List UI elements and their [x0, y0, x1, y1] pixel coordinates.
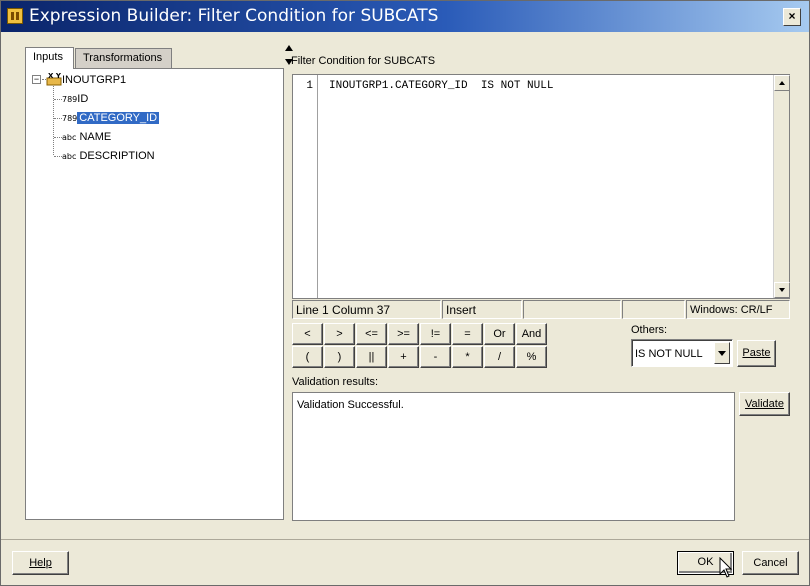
status-cell-4 — [622, 300, 685, 319]
collapse-toggle[interactable]: − — [32, 75, 41, 84]
validation-label: Validation results: — [292, 376, 379, 388]
scroll-down-icon[interactable] — [774, 282, 790, 298]
expression-text[interactable]: INOUTGRP1.CATEGORY_ID IS NOT NULL — [329, 80, 553, 92]
op-not-equal-button[interactable]: != — [420, 323, 451, 345]
scroll-up-icon[interactable] — [774, 75, 790, 91]
tree-item-description[interactable]: abc DESCRIPTION — [62, 148, 155, 164]
status-line-ending: Windows: CR/LF — [686, 300, 790, 319]
numeric-type-icon: 789 — [62, 95, 78, 104]
tree-item-id[interactable]: 789ID — [62, 91, 88, 107]
cancel-button[interactable]: Cancel — [742, 551, 799, 575]
footer-divider — [1, 539, 809, 540]
validate-button-label: Validate — [745, 398, 784, 410]
title-bar: Expression Builder: Filter Condition for… — [1, 1, 809, 32]
paste-button-label: Paste — [742, 347, 771, 359]
others-label: Others: — [631, 324, 668, 336]
editor-label: Filter Condition for SUBCATS — [291, 55, 436, 67]
op-minus-button[interactable]: - — [420, 346, 451, 368]
op-plus-button[interactable]: + — [388, 346, 419, 368]
expression-builder-dialog: Expression Builder: Filter Condition for… — [0, 0, 810, 586]
op-greater-equal-button[interactable]: >= — [388, 323, 419, 345]
tree-item-label: NAME — [79, 131, 112, 143]
numeric-type-icon: 789 — [62, 114, 78, 123]
editor-scrollbar[interactable] — [773, 75, 790, 298]
others-selected-value: IS NOT NULL — [635, 348, 703, 360]
op-less-equal-button[interactable]: <= — [356, 323, 387, 345]
svg-text:X Y: X Y — [48, 72, 62, 80]
status-cursor-position: Line 1 Column 37 — [292, 300, 441, 319]
op-multiply-button[interactable]: * — [452, 346, 483, 368]
validation-message: Validation Successful. — [297, 399, 404, 411]
splitter-collapse-icon[interactable] — [285, 45, 293, 51]
op-equal-button[interactable]: = — [452, 323, 483, 345]
window-title: Expression Builder: Filter Condition for… — [29, 6, 439, 26]
help-button-label: Help — [29, 557, 52, 569]
tab-inputs[interactable]: Inputs — [25, 47, 74, 69]
editor-status-bar: Line 1 Column 37 Insert Windows: CR/LF — [292, 300, 790, 319]
input-group-icon: X Y — [46, 72, 62, 86]
tree-connector — [53, 86, 54, 155]
mouse-cursor-icon — [719, 557, 733, 578]
tab-transformations[interactable]: Transformations — [75, 48, 172, 69]
tree-item-label: DESCRIPTION — [79, 150, 155, 162]
expression-editor[interactable]: 1 INOUTGRP1.CATEGORY_ID IS NOT NULL — [292, 74, 790, 299]
tree-group-label[interactable]: INOUTGRP1 — [62, 72, 126, 88]
op-and-button[interactable]: And — [516, 323, 547, 345]
tree-item-name[interactable]: abc NAME — [62, 129, 111, 145]
validation-results: Validation Successful. — [292, 392, 735, 521]
tree-item-label: CATEGORY_ID — [77, 112, 160, 124]
op-greater-than-button[interactable]: > — [324, 323, 355, 345]
op-close-paren-button[interactable]: ) — [324, 346, 355, 368]
status-insert-mode: Insert — [442, 300, 522, 319]
close-button[interactable]: × — [783, 8, 801, 26]
inputs-tree: − X Y INOUTGRP1 789ID 789 CATEGORY_ID abc… — [25, 68, 284, 520]
op-divide-button[interactable]: / — [484, 346, 515, 368]
text-type-icon: abc — [62, 152, 77, 161]
text-type-icon: abc — [62, 133, 77, 142]
tree-item-category-id[interactable]: 789 CATEGORY_ID — [62, 110, 160, 126]
op-or-button[interactable]: Or — [484, 323, 515, 345]
op-less-than-button[interactable]: < — [292, 323, 323, 345]
op-modulo-button[interactable]: % — [516, 346, 547, 368]
app-icon — [7, 8, 23, 24]
validate-button[interactable]: Validate — [739, 392, 790, 416]
chevron-down-icon[interactable] — [714, 342, 730, 364]
others-select[interactable]: IS NOT NULL — [631, 339, 733, 367]
help-button[interactable]: Help — [12, 551, 69, 575]
paste-button[interactable]: Paste — [737, 340, 776, 367]
tree-item-label: ID — [77, 93, 89, 105]
line-number-gutter: 1 — [293, 75, 318, 298]
op-concat-button[interactable]: || — [356, 346, 387, 368]
op-open-paren-button[interactable]: ( — [292, 346, 323, 368]
status-cell-3 — [523, 300, 621, 319]
